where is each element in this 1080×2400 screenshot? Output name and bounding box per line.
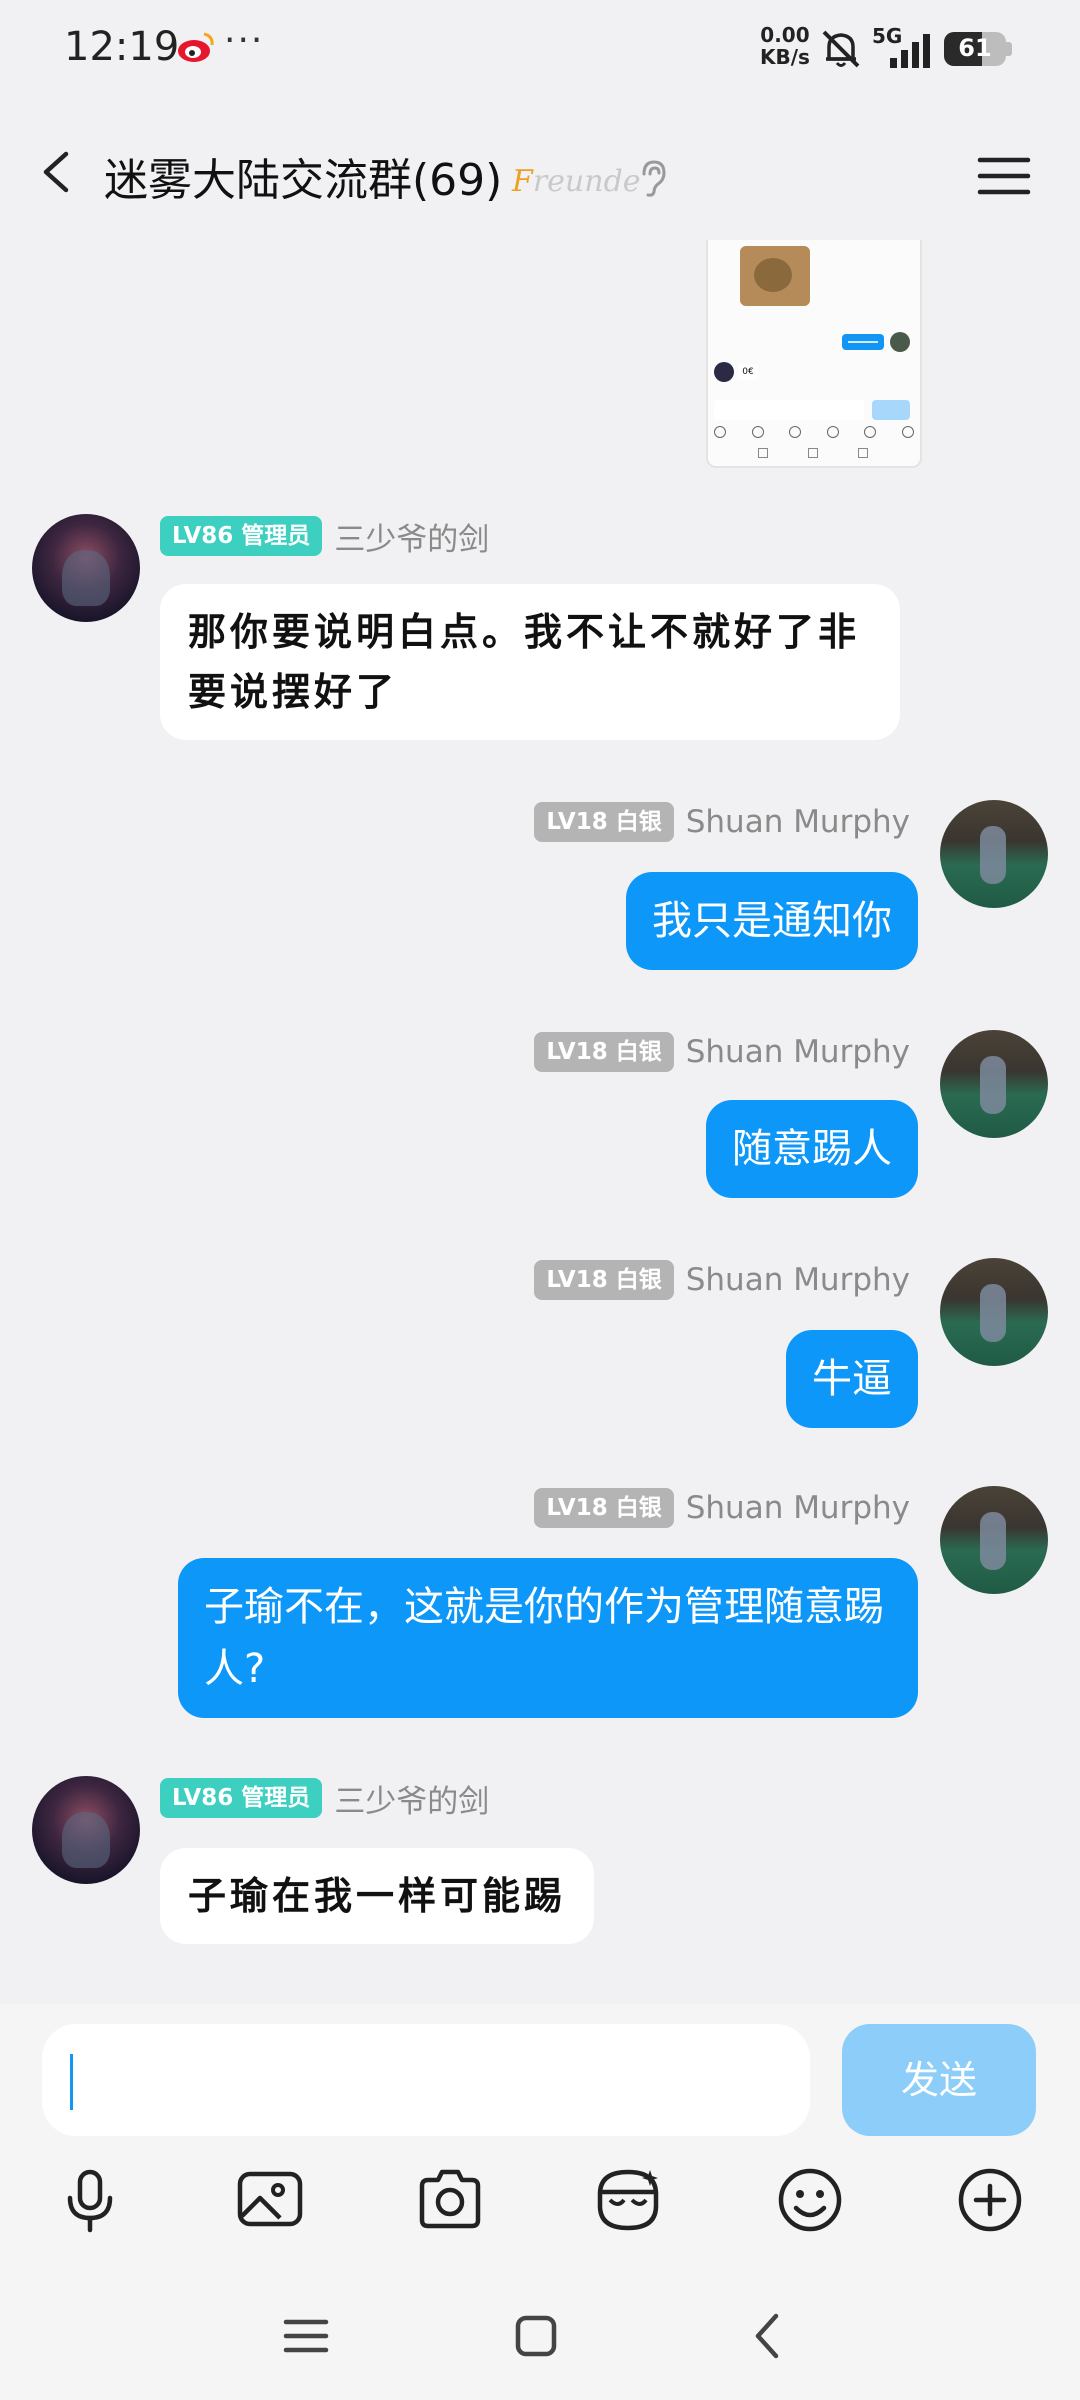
avatar[interactable] bbox=[940, 1486, 1048, 1594]
brand-logo: Freunde bbox=[512, 164, 641, 199]
microphone-icon[interactable] bbox=[54, 2164, 126, 2236]
menu-icon[interactable] bbox=[976, 152, 1032, 200]
level-badge: LV18 白银 bbox=[534, 1260, 674, 1300]
message-bubble[interactable]: 子瑜不在，这就是你的作为管理随意踢人? bbox=[178, 1558, 918, 1718]
sender-name[interactable]: Shuan Murphy bbox=[686, 804, 910, 840]
message-bubble[interactable]: 子瑜在我一样可能踢 bbox=[160, 1848, 595, 1944]
message-meta: LV86 管理员 三少爷的剑 bbox=[160, 514, 489, 558]
ear-icon[interactable] bbox=[634, 158, 670, 198]
message-meta: LV18 白银 Shuan Murphy bbox=[534, 800, 910, 844]
recent-apps-icon[interactable] bbox=[278, 2308, 334, 2364]
back-nav-icon[interactable] bbox=[740, 2308, 796, 2364]
home-icon[interactable] bbox=[508, 2308, 564, 2364]
back-arrow-icon[interactable] bbox=[30, 144, 86, 200]
battery-cap bbox=[1006, 42, 1012, 56]
message-meta: LV18 白银 Shuan Murphy bbox=[534, 1030, 910, 1074]
chat-title[interactable]: 迷雾大陆交流群(69) bbox=[104, 144, 502, 208]
shared-screenshot-image[interactable]: 0€ bbox=[706, 240, 922, 468]
system-navigation-bar bbox=[0, 2300, 1080, 2380]
thumbnail-label: 0€ bbox=[738, 364, 758, 380]
message-meta: LV18 白银 Shuan Murphy bbox=[534, 1486, 910, 1530]
network-speed: 0.00 KB/s bbox=[760, 23, 810, 69]
thumbnail-avatar bbox=[714, 362, 734, 382]
cat-photo-thumbnail bbox=[740, 246, 810, 306]
level-badge: LV18 白银 bbox=[534, 1488, 674, 1528]
message-bubble[interactable]: 牛逼 bbox=[786, 1330, 918, 1428]
send-button[interactable]: 发送 bbox=[842, 2024, 1036, 2136]
level-badge: LV18 白银 bbox=[534, 802, 674, 842]
avatar[interactable] bbox=[32, 1776, 140, 1884]
camera-icon[interactable] bbox=[414, 2164, 486, 2236]
avatar[interactable] bbox=[940, 1030, 1048, 1138]
sender-name[interactable]: 三少爷的剑 bbox=[334, 514, 489, 559]
thumbnail-navbar bbox=[758, 448, 868, 458]
sender-name[interactable]: 三少爷的剑 bbox=[334, 1776, 489, 1821]
level-badge: LV86 管理员 bbox=[160, 1778, 323, 1818]
signal-icon bbox=[890, 34, 930, 68]
thumbnail-toolbar bbox=[714, 426, 914, 440]
sticker-icon[interactable] bbox=[592, 2164, 664, 2236]
avatar[interactable] bbox=[32, 514, 140, 622]
avatar[interactable] bbox=[940, 1258, 1048, 1366]
sender-name[interactable]: Shuan Murphy bbox=[686, 1262, 910, 1298]
sender-name[interactable]: Shuan Murphy bbox=[686, 1034, 910, 1070]
level-badge: LV86 管理员 bbox=[160, 516, 323, 556]
message-meta: LV18 白银 Shuan Murphy bbox=[534, 1258, 910, 1302]
thumbnail-input bbox=[714, 400, 864, 420]
avatar[interactable] bbox=[940, 800, 1048, 908]
mute-bell-icon bbox=[822, 30, 860, 68]
composer-bar: 发送 bbox=[0, 2004, 1080, 2400]
status-bar: 12:19 ··· 0.00 KB/s 5G 61 bbox=[0, 0, 1080, 100]
emoji-icon[interactable] bbox=[774, 2164, 846, 2236]
image-icon[interactable] bbox=[234, 2164, 306, 2236]
battery-icon: 61 bbox=[944, 32, 1006, 66]
status-time: 12:19 bbox=[64, 24, 180, 70]
thumbnail-send bbox=[872, 400, 910, 420]
message-bubble[interactable]: 我只是通知你 bbox=[626, 872, 918, 970]
text-caret bbox=[70, 2054, 73, 2110]
weibo-icon bbox=[178, 32, 214, 62]
thumbnail-bubble bbox=[842, 334, 884, 350]
sender-name[interactable]: Shuan Murphy bbox=[686, 1490, 910, 1526]
message-bubble[interactable]: 随意踢人 bbox=[706, 1100, 918, 1198]
chat-header: 迷雾大陆交流群(69) Freunde bbox=[0, 100, 1080, 244]
composer-toolbar bbox=[0, 2164, 1080, 2244]
level-badge: LV18 白银 bbox=[534, 1032, 674, 1072]
plus-icon[interactable] bbox=[954, 2164, 1026, 2236]
message-meta: LV86 管理员 三少爷的剑 bbox=[160, 1776, 489, 1820]
more-notifications-icon: ··· bbox=[224, 20, 265, 61]
message-input[interactable] bbox=[42, 2024, 810, 2136]
thumbnail-avatar bbox=[890, 332, 910, 352]
message-bubble[interactable]: 那你要说明白点。我不让不就好了非要说摆好了 bbox=[160, 584, 900, 740]
